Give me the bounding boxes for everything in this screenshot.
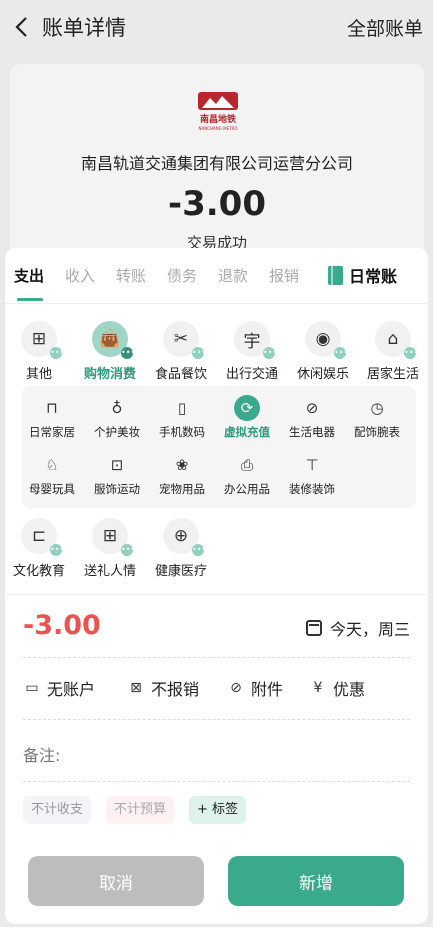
fork-knife-icon: ✂ ••• [163,321,206,359]
paw-icon: ❀ [175,456,189,474]
category-health[interactable]: ⊕ ••• 健康医疗 [151,518,211,579]
add-tag-chip[interactable]: + 标签 [189,796,247,824]
page-title: 账单详情 [42,16,126,40]
all-bills-link[interactable]: 全部账单 [347,14,423,41]
category-entertainment[interactable]: ◉ ••• 休闲娱乐 [293,321,353,382]
merchant-name: 南昌轨道交通集团有限公司运营分公司 [80,154,353,173]
subcategory-appliances[interactable]: ⊘ 生活电器 [279,395,345,440]
book-icon: ⊏ ••• [21,518,64,556]
subcategory-cosmetics[interactable]: ♁ 个护美妆 [84,395,150,440]
subcategory-decoration[interactable]: ⊤ 装修装饰 [279,452,345,497]
tab-transfer[interactable]: 转账 [116,265,146,286]
category-education[interactable]: ⊏ ••• 文化教育 [9,518,69,579]
svg-text:南昌地铁: 南昌地铁 [200,113,236,125]
cosmetics-icon: ♁ [111,399,123,417]
exclude-income-chip[interactable]: 不计收支 [23,796,92,824]
note-field[interactable]: 备注: [23,742,60,766]
subcategory-office[interactable]: ⎙ 办公用品 [214,452,280,497]
category-food[interactable]: ✂ ••• 食品餐饮 [151,321,211,382]
ledger-selector[interactable]: 日常账 [328,263,397,287]
bill-summary-card: 南昌地铁 NANCHANG METRO 南昌轨道交通集团有限公司运营分公司 -3… [10,64,424,264]
no-reimburse-icon: ⊠ [130,680,142,696]
divider [23,719,410,720]
wallet-icon: ▭ [25,680,39,696]
paperclip-icon: ⊘ [230,680,242,696]
bill-amount: -3.00 [168,184,266,224]
back-button[interactable] [10,14,32,40]
discount-option[interactable]: ¥ 优惠 [309,676,365,700]
record-sheet: 支出 收入 转账 债务 退款 报销 日常账 ⊞ ••• 其他 👜 ••• 购物消费 … [5,248,428,924]
option-row: ▭ 无账户 ⊠ 不报销 ⊘ 附件 ¥ 优惠 [23,676,413,700]
top-bar: 账单详情 全部账单 [0,0,433,54]
tab-refund[interactable]: 退款 [218,265,248,286]
reimburse-option[interactable]: ⊠ 不报销 [127,676,199,700]
tab-expense[interactable]: 支出 [14,265,44,286]
subcategory-recharge[interactable]: ⟳ 虚拟充值 [214,395,280,440]
printer-icon: ⎙ [240,456,253,474]
watch-icon: ◷ [370,399,384,417]
active-tab-indicator [17,298,43,301]
metro-logo: 南昌地铁 NANCHANG METRO [198,92,238,131]
category-home[interactable]: ⌂ ••• 居家生活 [363,321,423,382]
ledger-book-icon [328,265,343,285]
appliance-icon: ⊘ [305,399,319,417]
baby-bottle-icon: ♘ [45,456,59,474]
paint-roller-icon: ⊤ [305,456,319,474]
ledger-label: 日常账 [349,267,398,286]
clothing-icon: ⊡ [110,456,124,474]
svg-text:NANCHANG METRO: NANCHANG METRO [199,126,238,131]
date-label: 今天，周三 [329,620,410,639]
recharge-icon: ⟳ [234,395,260,421]
divider [23,657,410,658]
category-transport[interactable]: 宇 ••• 出行交通 [222,321,282,382]
divider [23,781,410,782]
cancel-button[interactable]: 取消 [28,856,204,906]
calendar-icon [305,620,322,636]
tab-debt[interactable]: 债务 [167,265,197,286]
gamepad-icon: ◉ ••• [305,321,348,359]
coupon-icon: ¥ [313,680,323,696]
subcategory-daily-home[interactable]: ⊓ 日常家居 [19,395,85,440]
subcategory-clothing[interactable]: ⊡ 服饰运动 [84,452,150,497]
subcategory-pets[interactable]: ❀ 宠物用品 [149,452,215,497]
add-button[interactable]: 新增 [228,856,404,906]
shopping-bag-icon: 👜 ••• [92,321,135,359]
subcategory-digital[interactable]: ▯ 手机数码 [149,395,215,440]
tab-income[interactable]: 收入 [65,265,95,286]
date-picker[interactable]: 今天，周三 [305,616,410,640]
account-option[interactable]: ▭ 无账户 [23,676,95,700]
gift-icon: ⊞ ••• [92,518,135,556]
attachment-option[interactable]: ⊘ 附件 [227,676,283,700]
home-icon: ⌂ ••• [375,321,418,359]
amount-input[interactable]: -3.00 [23,610,101,641]
phone-icon: ▯ [177,399,187,417]
furniture-icon: ⊓ [46,399,58,417]
tab-reimburse[interactable]: 报销 [269,265,299,286]
category-other[interactable]: ⊞ ••• 其他 [9,321,69,382]
transit-icon: 宇 ••• [234,321,277,359]
exclude-budget-chip[interactable]: 不计预算 [106,796,175,824]
subcategory-watches[interactable]: ◷ 配饰腕表 [344,395,410,440]
medical-icon: ⊕ ••• [163,518,206,556]
section-divider [5,594,428,595]
subcategory-baby[interactable]: ♘ 母婴玩具 [19,452,85,497]
apps-icon: ⊞ ••• [21,321,64,359]
chevron-left-icon [15,17,27,37]
subcategory-panel: ⊓ 日常家居 ♁ 个护美妆 ▯ 手机数码 ⟳ 虚拟充值 ⊘ 生活电器 ◷ 配饰腕… [22,386,416,508]
category-shopping[interactable]: 👜 ••• 购物消费 [80,321,140,382]
category-gifts[interactable]: ⊞ ••• 送礼人情 [80,518,140,579]
type-tabs: 支出 收入 转账 债务 退款 报销 日常账 [5,248,428,304]
